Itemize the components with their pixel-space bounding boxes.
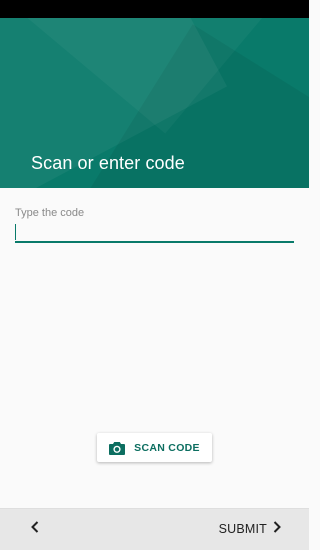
submit-label: SUBMIT [218,522,267,536]
back-button[interactable] [24,518,46,540]
page-title: Scan or enter code [31,153,185,173]
camera-icon [109,441,126,455]
chevron-left-icon [31,520,39,538]
chevron-right-icon [273,520,281,538]
scan-code-button[interactable]: SCAN CODE [97,433,212,462]
code-field-label: Type the code [15,207,85,219]
text-cursor [15,224,16,240]
header: Scan or enter code [0,18,309,188]
submit-button[interactable]: SUBMIT [219,518,281,540]
scan-code-label: SCAN CODE [134,441,200,454]
bottom-bar: SUBMIT [0,508,309,550]
status-bar [0,0,309,18]
code-input[interactable] [15,220,294,243]
